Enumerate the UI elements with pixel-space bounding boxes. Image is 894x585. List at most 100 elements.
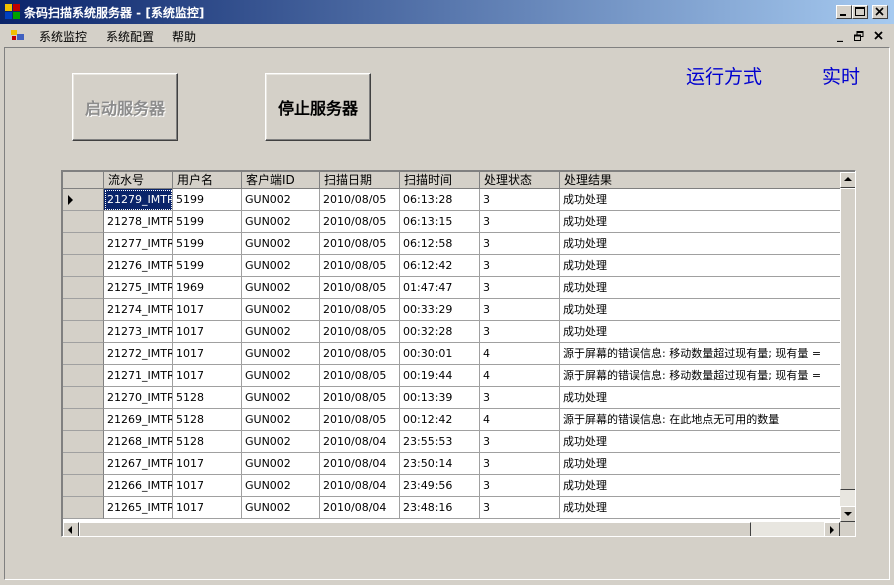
table-row[interactable]: 21271_IMTR 1017 GUN002 2010/08/05 00:19:44 4 源…: [63, 365, 840, 387]
row-header[interactable]: [63, 255, 104, 277]
cell-scan-date[interactable]: 2010/08/05: [320, 365, 400, 387]
cell-status[interactable]: 3: [480, 189, 560, 211]
cell-user-id[interactable]: 21273_IMTR: [104, 321, 173, 343]
cell-scan-time[interactable]: 00:30:01: [400, 343, 480, 365]
cell-client-id[interactable]: GUN002: [242, 189, 320, 211]
cell-scan-time[interactable]: 06:12:42: [400, 255, 480, 277]
column-header-status[interactable]: 处理状态: [480, 172, 560, 189]
cell-status[interactable]: 4: [480, 409, 560, 431]
cell-scan-date[interactable]: 2010/08/05: [320, 321, 400, 343]
horizontal-scroll-thumb[interactable]: [79, 522, 751, 536]
cell-status[interactable]: 4: [480, 365, 560, 387]
table-row[interactable]: 21269_IMTR 5128 GUN002 2010/08/05 00:12:42 4 源…: [63, 409, 840, 431]
cell-user-id[interactable]: 21272_IMTR: [104, 343, 173, 365]
cell-user-name[interactable]: 5128: [173, 409, 242, 431]
cell-user-name[interactable]: 5199: [173, 255, 242, 277]
table-row[interactable]: 21275_IMTR 1969 GUN002 2010/08/05 01:47:47 3 成…: [63, 277, 840, 299]
row-header[interactable]: [63, 277, 104, 299]
cell-status[interactable]: 3: [480, 387, 560, 409]
cell-user-id[interactable]: 21271_IMTR: [104, 365, 173, 387]
scroll-right-button[interactable]: [824, 522, 840, 536]
row-header[interactable]: [63, 453, 104, 475]
cell-result[interactable]: 成功处理: [560, 321, 840, 343]
app-icon[interactable]: [5, 4, 21, 20]
row-header[interactable]: [63, 409, 104, 431]
cell-client-id[interactable]: GUN002: [242, 321, 320, 343]
row-header[interactable]: [63, 233, 104, 255]
column-header-scan-date[interactable]: 扫描日期: [320, 172, 400, 189]
cell-user-id[interactable]: 21276_IMTR: [104, 255, 173, 277]
cell-user-name[interactable]: 1017: [173, 299, 242, 321]
cell-user-id[interactable]: 21266_IMTR: [104, 475, 173, 497]
vertical-scrollbar[interactable]: [840, 172, 855, 522]
cell-scan-date[interactable]: 2010/08/05: [320, 233, 400, 255]
table-row[interactable]: 21278_IMTR 5199 GUN002 2010/08/05 06:13:15 3 成…: [63, 211, 840, 233]
cell-result[interactable]: 成功处理: [560, 277, 840, 299]
cell-scan-date[interactable]: 2010/08/05: [320, 343, 400, 365]
row-header[interactable]: [63, 365, 104, 387]
table-row[interactable]: 21276_IMTR 5199 GUN002 2010/08/05 06:12:42 3 成…: [63, 255, 840, 277]
cell-scan-date[interactable]: 2010/08/05: [320, 387, 400, 409]
cell-user-id[interactable]: 21275_IMTR: [104, 277, 173, 299]
cell-scan-date[interactable]: 2010/08/05: [320, 255, 400, 277]
cell-client-id[interactable]: GUN002: [242, 387, 320, 409]
column-header-client-id[interactable]: 客户端ID: [242, 172, 320, 189]
cell-scan-date[interactable]: 2010/08/05: [320, 277, 400, 299]
scroll-left-button[interactable]: [63, 522, 79, 536]
cell-scan-date[interactable]: 2010/08/05: [320, 189, 400, 211]
cell-client-id[interactable]: GUN002: [242, 211, 320, 233]
cell-result[interactable]: 源于屏幕的错误信息: 移动数量超过现有量; 现有量 =: [560, 343, 840, 365]
table-row[interactable]: 21268_IMTR 5128 GUN002 2010/08/04 23:55:53 3 成…: [63, 431, 840, 453]
cell-result[interactable]: 成功处理: [560, 233, 840, 255]
column-header-result[interactable]: 处理结果: [560, 172, 840, 189]
cell-user-id[interactable]: 21265_IMTR: [104, 497, 173, 519]
cell-scan-time[interactable]: 23:50:14: [400, 453, 480, 475]
cell-user-name[interactable]: 5199: [173, 211, 242, 233]
cell-result[interactable]: 成功处理: [560, 387, 840, 409]
maximize-button[interactable]: [852, 5, 868, 19]
stop-server-button[interactable]: 停止服务器: [265, 73, 371, 141]
cell-result[interactable]: 成功处理: [560, 255, 840, 277]
cell-user-id[interactable]: 21267_IMTR: [104, 453, 173, 475]
cell-client-id[interactable]: GUN002: [242, 277, 320, 299]
menu-system-monitor[interactable]: 系统监控: [39, 28, 87, 45]
cell-user-name[interactable]: 1969: [173, 277, 242, 299]
grid-header-corner[interactable]: [63, 172, 104, 189]
cell-result[interactable]: 源于屏幕的错误信息: 移动数量超过现有量; 现有量 =: [560, 365, 840, 387]
cell-result[interactable]: 成功处理: [560, 211, 840, 233]
row-header[interactable]: [63, 387, 104, 409]
cell-result[interactable]: 成功处理: [560, 497, 840, 519]
cell-result[interactable]: 成功处理: [560, 453, 840, 475]
cell-result[interactable]: 源于屏幕的错误信息: 在此地点无可用的数量: [560, 409, 840, 431]
cell-scan-time[interactable]: 00:19:44: [400, 365, 480, 387]
row-header[interactable]: [63, 321, 104, 343]
cell-client-id[interactable]: GUN002: [242, 409, 320, 431]
cell-result[interactable]: 成功处理: [560, 475, 840, 497]
cell-user-id[interactable]: 21278_IMTR: [104, 211, 173, 233]
mdi-restore-icon[interactable]: [854, 31, 864, 41]
scroll-up-button[interactable]: [840, 172, 855, 188]
table-row[interactable]: 21266_IMTR 1017 GUN002 2010/08/04 23:49:56 3 成…: [63, 475, 840, 497]
cell-scan-date[interactable]: 2010/08/05: [320, 299, 400, 321]
menu-help[interactable]: 帮助: [172, 28, 196, 45]
cell-result[interactable]: 成功处理: [560, 189, 840, 211]
cell-status[interactable]: 3: [480, 255, 560, 277]
cell-scan-date[interactable]: 2010/08/05: [320, 211, 400, 233]
table-row[interactable]: 21277_IMTR 5199 GUN002 2010/08/05 06:12:58 3 成…: [63, 233, 840, 255]
cell-status[interactable]: 3: [480, 299, 560, 321]
cell-user-name[interactable]: 5199: [173, 233, 242, 255]
column-header-user-id[interactable]: 流水号: [104, 172, 173, 189]
cell-result[interactable]: 成功处理: [560, 431, 840, 453]
minimize-button[interactable]: [836, 5, 852, 19]
cell-scan-time[interactable]: 23:49:56: [400, 475, 480, 497]
cell-client-id[interactable]: GUN002: [242, 453, 320, 475]
row-header[interactable]: [63, 211, 104, 233]
cell-user-id[interactable]: 21274_IMTR: [104, 299, 173, 321]
mdi-close-icon[interactable]: [874, 31, 883, 40]
cell-user-id[interactable]: 21279_IMTR: [104, 189, 173, 211]
cell-status[interactable]: 3: [480, 233, 560, 255]
cell-scan-time[interactable]: 06:13:28: [400, 189, 480, 211]
vertical-scroll-thumb[interactable]: [840, 188, 855, 490]
cell-scan-time[interactable]: 23:48:16: [400, 497, 480, 519]
column-header-scan-time[interactable]: 扫描时间: [400, 172, 480, 189]
